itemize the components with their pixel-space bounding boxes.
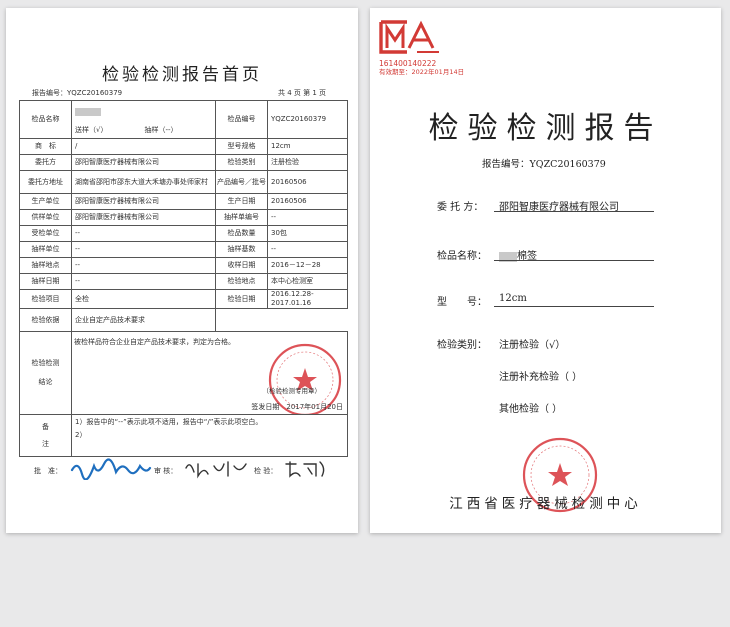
approver-signature-icon (70, 458, 152, 480)
test-type-field: 检验类别： 注册检验（√） (437, 340, 566, 351)
redacted-block (75, 107, 101, 116)
test-item-value: 全检 (71, 289, 216, 309)
client-address-label: 委托方地址 (19, 170, 72, 194)
trademark-value: / (71, 138, 216, 155)
conclusion-cell: 被检样品符合企业自定产品技术要求，判定为合格。 （检验检测专用章） 签发日期 2… (71, 331, 348, 415)
other-test-option: 其他检验（ ） (499, 404, 563, 415)
production-date-label: 生产日期 (215, 193, 268, 210)
cma-number: 161400140222 有效期至：2022年01月14日 (379, 59, 465, 77)
send-option: 送样（√） (71, 123, 142, 139)
production-date-value: 20160506 (267, 193, 348, 210)
basis-label: 检验依据 (19, 308, 72, 332)
client-value: 邵阳智康医疗器械有限公司 (71, 154, 216, 171)
table-row: 备 注 1）报告中的“--”表示此项不适用，报告中“/”表示此项空白。 2） (19, 414, 348, 457)
table-row: 抽样单位 -- 抽样基数 -- (19, 241, 348, 258)
sample-code-label: 检品编号 (215, 100, 268, 139)
reviewer-signature-icon (185, 461, 247, 479)
receive-date-label: 收样日期 (215, 257, 268, 274)
sampling-number-label: 抽样单编号 (215, 209, 268, 226)
spec-label: 型号规格 (215, 138, 268, 155)
supplementary-test-option: 注册补充检验（ ） (499, 372, 583, 383)
supplier-value: 邵阳智康医疗器械有限公司 (71, 209, 216, 226)
report-title: 检验检测报告 (428, 111, 663, 146)
table-row: 供样单位 邵阳智康医疗器械有限公司 抽样单编号 -- (19, 209, 348, 226)
report-first-page: 检验检测报告首页 报告编号：YQZC20160379 共 4 页 第 1 页 检… (6, 8, 358, 533)
left-report-number: 报告编号：YQZC20160379 (32, 89, 123, 97)
test-item-label: 检验项目 (19, 289, 72, 309)
product-number-label: 产品编号／批号 (215, 170, 268, 194)
approve-label: 批 准： (34, 467, 62, 475)
test-date-label: 检验日期 (215, 289, 268, 309)
table-row: 检品名称 检品编号 YQZC20160379 (19, 100, 348, 139)
test-place-value: 本中心检测室 (267, 273, 348, 290)
sample-base-label: 抽样基数 (215, 241, 268, 258)
cma-logo-icon (379, 20, 439, 54)
table-row: 抽样地点 -- 收样日期 2016－12－28 (19, 257, 348, 274)
report-cover-page: 161400140222 有效期至：2022年01月14日 检验检测报告 报告编… (370, 8, 721, 533)
client-label: 委托方 (19, 154, 72, 171)
producer-value: 邵阳智康医疗器械有限公司 (71, 193, 216, 210)
page-info: 共 4 页 第 1 页 (278, 89, 327, 97)
issue-date: 签发日期 2017年01月20日 (251, 403, 343, 411)
table-row: 检验项目 全检 检验日期 2016.12.28-2017.01.16 (19, 289, 348, 309)
basis-value: 企业自定产品技术要求 (71, 308, 216, 332)
sampling-date-label: 抽样日期 (19, 273, 72, 290)
trademark-label: 商 标 (19, 138, 72, 155)
seal-note: （检验检测专用章） (262, 387, 322, 395)
sampler-value: -- (71, 241, 216, 258)
test-date-value: 2016.12.28-2017.01.16 (267, 289, 348, 309)
producer-label: 生产单位 (19, 193, 72, 210)
conclusion-text: 被检样品符合企业自定产品技术要求，判定为合格。 (74, 338, 235, 346)
receive-date-value: 2016－12－28 (267, 257, 348, 274)
spec-value: 12cm (267, 138, 348, 155)
report-summary-table: 检品名称 检品编号 YQZC20160379 送样（√） 抽样（--） 商 标 … (19, 100, 348, 457)
sample-base-value: -- (267, 241, 348, 258)
inspected-unit-value: -- (71, 225, 216, 242)
sampling-place-label: 抽样地点 (19, 257, 72, 274)
sample-quantity-label: 检品数量 (215, 225, 268, 242)
table-row: 检验依据 企业自定产品技术要求 (19, 308, 348, 332)
supplier-label: 供样单位 (19, 209, 72, 226)
report-number: 报告编号：YQZC20160379 (482, 159, 606, 170)
table-row: 商 标 / 型号规格 12cm (19, 138, 348, 155)
test-type-label: 检验类别 (215, 154, 268, 171)
sampling-place-value: -- (71, 257, 216, 274)
left-page-title: 检验检测报告首页 (102, 65, 262, 85)
sample-quantity-value: 30包 (267, 225, 348, 242)
issuing-organization: 江西省医疗器械检测中心 (449, 496, 642, 512)
table-row: 委托方 邵阳智康医疗器械有限公司 检验类别 注册检验 (19, 154, 348, 171)
client-address-value: 湖南省邵阳市邵东大道大禾塘办事处师家村 (71, 170, 216, 194)
table-row: 受检单位 -- 检品数量 30包 (19, 225, 348, 242)
table-row: 检验检测 结论 被检样品符合企业自定产品技术要求，判定为合格。 （检验检测专用章… (19, 331, 348, 415)
note-1: 1）报告中的“--”表示此项不适用，报告中“/”表示此项空白。 (75, 418, 263, 426)
sampler-label: 抽样单位 (19, 241, 72, 258)
sampling-number-value: -- (267, 209, 348, 226)
note-2: 2） (75, 431, 87, 439)
sampling-date-value: -- (71, 273, 216, 290)
sample-name-cell (71, 100, 216, 123)
client-field: 委 托 方： 邵阳智康医疗器械有限公司 (437, 202, 619, 213)
review-label: 审 核： (154, 467, 178, 475)
signature-line: 批 准： 审 核： 检 验： (20, 454, 348, 482)
sample-code-value: YQZC20160379 (267, 100, 348, 139)
product-number-value: 20160506 (267, 170, 348, 194)
sampling-option: 抽样（--） (141, 123, 216, 139)
test-type-value: 注册检验 (267, 154, 348, 171)
sample-name-label: 检品名称 (19, 100, 72, 139)
conclusion-label: 检验检测 结论 (19, 331, 72, 415)
table-row: 抽样日期 -- 检验地点 本中心检测室 (19, 273, 348, 290)
test-label: 检 验： (254, 467, 278, 475)
table-row: 生产单位 邵阳智康医疗器械有限公司 生产日期 20160506 (19, 193, 348, 210)
sample-name-field: 检品名称： 棉签 (437, 251, 537, 262)
tester-signature-icon (285, 461, 325, 478)
remark-notes: 1）报告中的“--”表示此项不适用，报告中“/”表示此项空白。 2） (71, 414, 348, 457)
inspected-unit-label: 受检单位 (19, 225, 72, 242)
table-row: 委托方地址 湖南省邵阳市邵东大道大禾塘办事处师家村 产品编号／批号 201605… (19, 170, 348, 194)
remark-label: 备 注 (19, 414, 72, 457)
model-field: 型 号： 12cm (437, 293, 527, 308)
test-place-label: 检验地点 (215, 273, 268, 290)
